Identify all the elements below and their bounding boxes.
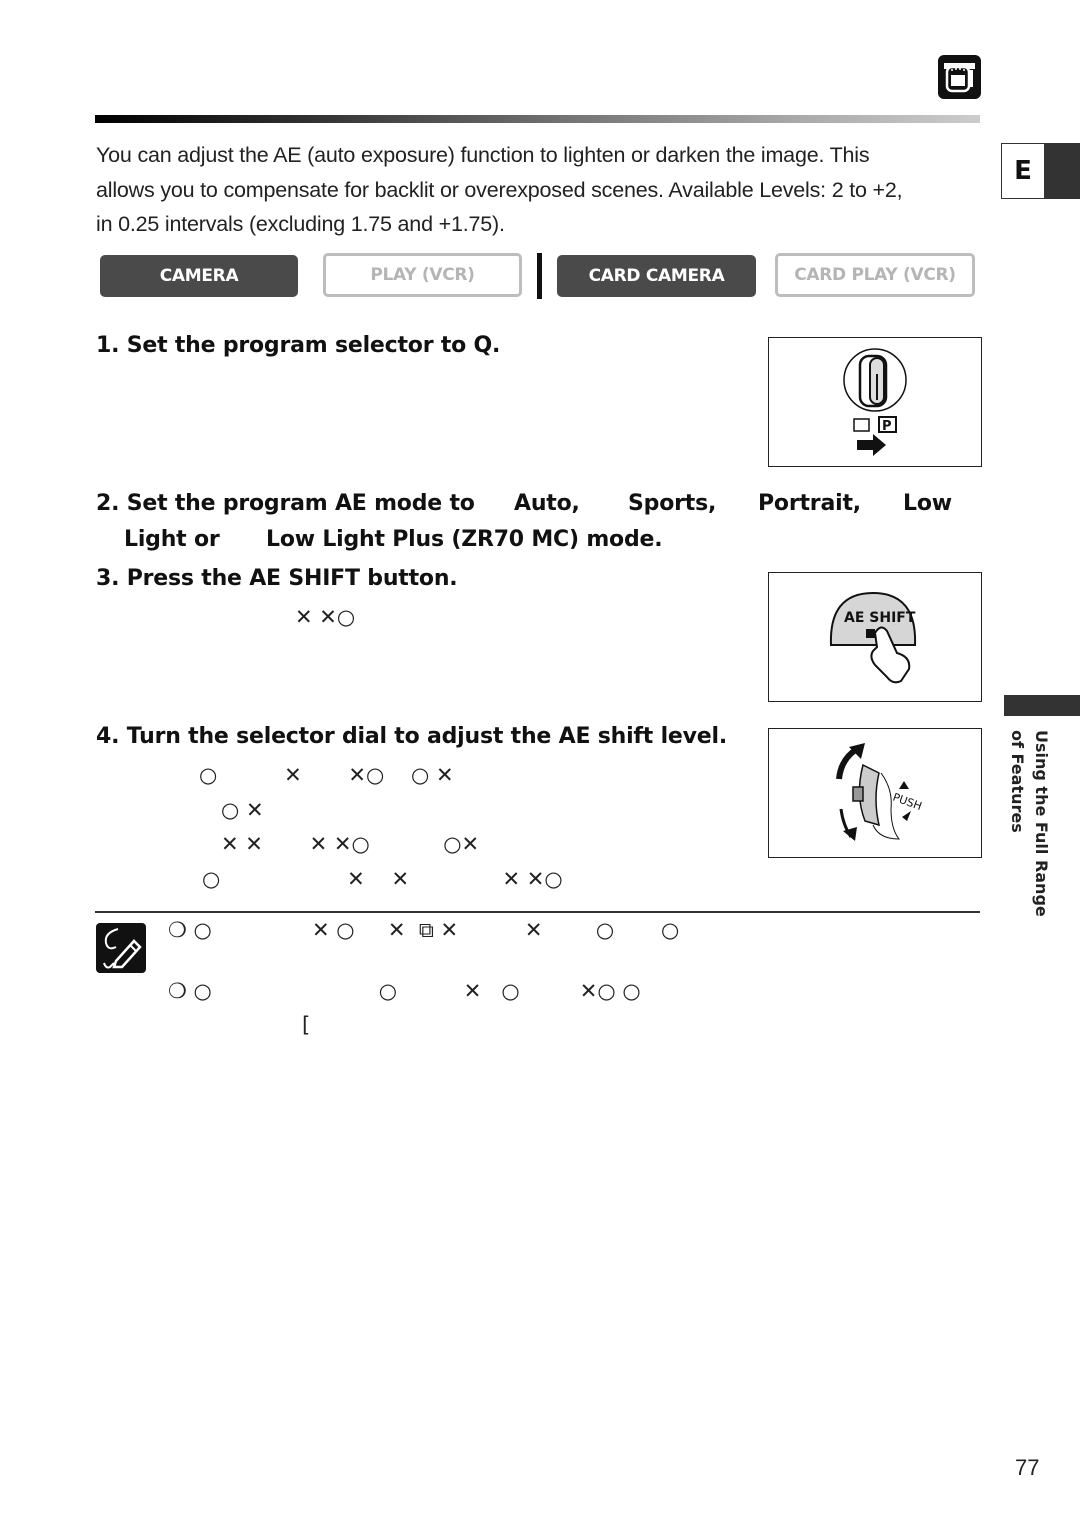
intro-line: in 0.25 intervals (excluding 1.75 and +1… — [96, 212, 505, 236]
svg-text:PUSH: PUSH — [891, 791, 924, 813]
page-number: 77 — [1015, 1455, 1040, 1480]
language-tab: E — [1001, 143, 1080, 199]
header-gradient-bar — [95, 115, 980, 123]
camera-mode-icon — [938, 55, 981, 99]
section-title: Using the Full Range of Features — [1006, 730, 1056, 940]
step-4-detail-line: ✕ ✕ ✕ ✕○ ○✕ — [221, 832, 480, 856]
intro-line: allows you to compensate for backlit or … — [96, 177, 903, 202]
step-4-detail-line: ○ ✕ — [221, 798, 264, 822]
mode-play-vcr: PLAY (VCR) — [323, 253, 522, 297]
section-title-line-2: of Features — [1008, 730, 1027, 833]
mode-option-sports: Sports, — [628, 491, 717, 516]
section-title-line-1: Using the Full Range — [1032, 730, 1051, 917]
mode-option-low-light-plus: Low Light Plus (ZR70 MC) mode. — [266, 527, 663, 552]
step-3: 3. Press the AE SHIFT button. — [96, 566, 458, 591]
mode-option-low: Low — [903, 491, 952, 516]
mode-camera: CAMERA — [100, 255, 298, 297]
mode-card-camera: CARD CAMERA — [557, 255, 756, 297]
note-line: ❍ ○ ✕ ○ ✕ ⧉ ✕ ✕ ○ ○ — [168, 918, 680, 942]
language-tab-label: E — [1001, 143, 1045, 199]
notes-divider — [95, 911, 980, 913]
ae-shift-button-illustration: AE SHIFT — [829, 591, 917, 684]
section-marker-bar — [1004, 695, 1080, 716]
intro-line: You can adjust the AE (auto exposure) fu… — [96, 143, 870, 167]
step-4-detail-line: ○ ✕ ✕ ✕ ✕○ — [202, 867, 563, 891]
selector-dial-illustration: PUSH — [836, 743, 924, 841]
mode-card-play-vcr: CARD PLAY (VCR) — [775, 253, 975, 297]
step-2-text: 2. Set the program AE mode to — [96, 491, 475, 516]
mode-divider — [537, 253, 542, 299]
svg-text:AE SHIFT: AE SHIFT — [844, 610, 916, 626]
step-4-detail-line: ○ ✕ ✕○ ○ ✕ — [199, 763, 454, 787]
svg-text:P: P — [882, 419, 892, 434]
step-1: 1. Set the program selector to Q. — [96, 333, 501, 358]
figure-ae-shift-button: AE SHIFT — [768, 572, 982, 702]
note-line: ❍ ○ ○ ✕ ○ ✕○ ○ — [168, 979, 641, 1003]
figure-program-selector: P — [768, 337, 982, 467]
step-3-detail: ✕ ✕○ — [295, 605, 356, 629]
step-2-line-1: 2. Set the program AE mode to — [96, 491, 475, 516]
note-line: [ — [302, 1013, 311, 1037]
program-selector-illustration: P — [843, 348, 907, 456]
mode-option-auto: Auto, — [514, 491, 580, 516]
step-4: 4. Turn the selector dial to adjust the … — [96, 724, 727, 749]
intro-paragraph: You can adjust the AE (auto exposure) fu… — [96, 138, 986, 242]
language-tab-marker — [1045, 143, 1080, 199]
note-pencil-icon — [96, 923, 146, 973]
mode-option-light-or: Light or — [124, 527, 220, 552]
mode-option-portrait: Portrait, — [758, 491, 861, 516]
figure-selector-dial: PUSH — [768, 728, 982, 858]
